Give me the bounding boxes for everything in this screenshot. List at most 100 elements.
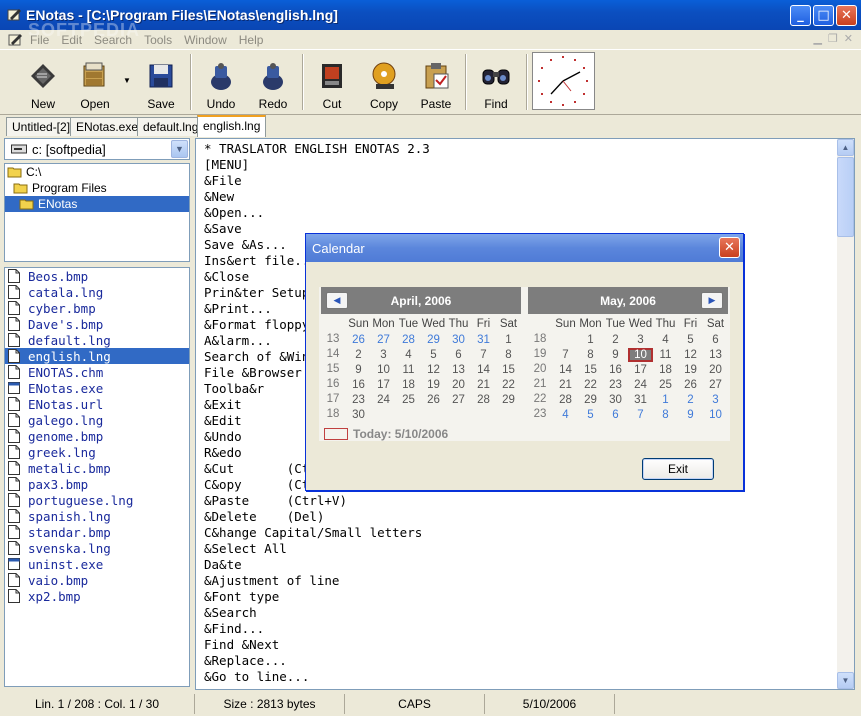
- clock-widget[interactable]: [532, 52, 595, 110]
- calendar-day[interactable]: 3: [371, 348, 396, 362]
- editor-line[interactable]: &Replace...: [204, 653, 430, 669]
- calendar-day[interactable]: 1: [653, 393, 678, 407]
- calendar-day[interactable]: 29: [578, 393, 603, 407]
- editor-line[interactable]: &Find...: [204, 621, 430, 637]
- editor-line[interactable]: &Open...: [204, 205, 430, 221]
- calendar-day[interactable]: 20: [446, 378, 471, 392]
- file-item[interactable]: metalic.bmp: [5, 460, 189, 476]
- tab-enotas-exe[interactable]: ENotas.exe: [70, 117, 145, 136]
- undo-button[interactable]: Undo: [196, 52, 246, 112]
- calendar-day[interactable]: 26: [421, 393, 446, 407]
- file-item[interactable]: xp2.bmp: [5, 588, 189, 604]
- editor-line[interactable]: Find &Next: [204, 637, 430, 653]
- drive-select[interactable]: c: [softpedia] ▼: [4, 138, 190, 160]
- calendar-day[interactable]: 3: [703, 393, 728, 407]
- calendar-day[interactable]: 7: [553, 348, 578, 362]
- calendar-day[interactable]: 30: [603, 393, 628, 407]
- redo-button[interactable]: Redo: [248, 52, 298, 112]
- editor-line[interactable]: &New: [204, 189, 430, 205]
- dir-item[interactable]: ENotas: [5, 196, 189, 212]
- file-item[interactable]: galego.lng: [5, 412, 189, 428]
- calendar-close-button[interactable]: ✕: [719, 237, 740, 258]
- calendar-day[interactable]: 12: [421, 363, 446, 377]
- file-item[interactable]: english.lng: [5, 348, 189, 364]
- calendar-day[interactable]: 23: [603, 378, 628, 392]
- calendar-day[interactable]: 23: [346, 393, 371, 407]
- calendar-day[interactable]: 16: [346, 378, 371, 392]
- calendar-day[interactable]: 7: [471, 348, 496, 362]
- calendar-day[interactable]: 5: [678, 333, 703, 347]
- calendar-day[interactable]: 2: [603, 333, 628, 347]
- calendar-day[interactable]: 6: [446, 348, 471, 362]
- calendar-day[interactable]: 2: [678, 393, 703, 407]
- calendar-day[interactable]: 21: [471, 378, 496, 392]
- calendar-day[interactable]: 27: [703, 378, 728, 392]
- editor-line[interactable]: &Ajustment of line: [204, 573, 430, 589]
- chevron-down-icon[interactable]: ▼: [171, 140, 188, 158]
- mdi-restore-icon[interactable]: ❐: [828, 32, 838, 45]
- editor-line[interactable]: C&hange Capital/Small letters: [204, 525, 430, 541]
- mdi-close-icon[interactable]: ✕: [844, 32, 853, 45]
- menu-window[interactable]: Window: [184, 33, 227, 47]
- calendar-day[interactable]: 21: [553, 378, 578, 392]
- calendar-day[interactable]: 13: [703, 348, 728, 362]
- calendar-day[interactable]: 6: [603, 408, 628, 422]
- next-month-icon[interactable]: ▶: [701, 292, 723, 309]
- calendar-day[interactable]: 9: [603, 348, 628, 362]
- calendar-day[interactable]: 9: [346, 363, 371, 377]
- editor-line[interactable]: &Font type: [204, 589, 430, 605]
- menu-tools[interactable]: Tools: [144, 33, 172, 47]
- calendar-day[interactable]: 13: [446, 363, 471, 377]
- scroll-up-icon[interactable]: ▲: [837, 139, 854, 156]
- calendar-day[interactable]: 5: [578, 408, 603, 422]
- calendar-day[interactable]: 15: [496, 363, 521, 377]
- calendar-day[interactable]: 18: [653, 363, 678, 377]
- editor-line[interactable]: &Go to line...: [204, 669, 430, 685]
- calendar-day[interactable]: 5: [421, 348, 446, 362]
- calendar-day[interactable]: 3: [628, 333, 653, 347]
- calendar-day[interactable]: 20: [703, 363, 728, 377]
- file-item[interactable]: pax3.bmp: [5, 476, 189, 492]
- calendar-day[interactable]: 25: [396, 393, 421, 407]
- calendar-title-bar[interactable]: Calendar ✕: [306, 234, 743, 262]
- calendar-day[interactable]: 8: [578, 348, 603, 362]
- file-item[interactable]: genome.bmp: [5, 428, 189, 444]
- calendar-day[interactable]: 26: [678, 378, 703, 392]
- file-item[interactable]: Dave's.bmp: [5, 316, 189, 332]
- prev-month-icon[interactable]: ◀: [326, 292, 348, 309]
- editor-line[interactable]: &Paste (Ctrl+V): [204, 493, 430, 509]
- calendar-day[interactable]: 19: [421, 378, 446, 392]
- file-item[interactable]: default.lng: [5, 332, 189, 348]
- minimize-button[interactable]: _: [790, 5, 811, 26]
- calendar-day[interactable]: 10: [371, 363, 396, 377]
- tab-default-lng[interactable]: default.lng: [137, 117, 205, 136]
- calendar-day[interactable]: 17: [371, 378, 396, 392]
- calendar-day[interactable]: 28: [471, 393, 496, 407]
- calendar-day[interactable]: 22: [496, 378, 521, 392]
- calendar-day[interactable]: 24: [628, 378, 653, 392]
- calendar-day[interactable]: 19: [678, 363, 703, 377]
- calendar-day[interactable]: 31: [628, 393, 653, 407]
- calendar-day[interactable]: 22: [578, 378, 603, 392]
- today-indicator[interactable]: Today: 5/10/2006: [324, 427, 448, 441]
- scroll-down-icon[interactable]: ▼: [837, 672, 854, 689]
- calendar-day[interactable]: 30: [446, 333, 471, 347]
- file-item[interactable]: svenska.lng: [5, 540, 189, 556]
- file-item[interactable]: ENotas.url: [5, 396, 189, 412]
- editor-line[interactable]: &File: [204, 173, 430, 189]
- calendar-day[interactable]: 8: [653, 408, 678, 422]
- open-button[interactable]: Open: [70, 52, 120, 112]
- calendar-day[interactable]: 10: [703, 408, 728, 422]
- editor-line[interactable]: &Search: [204, 605, 430, 621]
- editor-line[interactable]: &Delete (Del): [204, 509, 430, 525]
- file-item[interactable]: cyber.bmp: [5, 300, 189, 316]
- calendar-day[interactable]: 27: [446, 393, 471, 407]
- calendar-day[interactable]: 28: [553, 393, 578, 407]
- file-item[interactable]: Beos.bmp: [5, 268, 189, 284]
- file-item[interactable]: catala.lng: [5, 284, 189, 300]
- calendar-day[interactable]: 4: [653, 333, 678, 347]
- calendar-day[interactable]: 12: [678, 348, 703, 362]
- calendar-day[interactable]: 30: [346, 408, 371, 422]
- dir-item[interactable]: C:\: [5, 164, 189, 180]
- calendar-day[interactable]: 29: [496, 393, 521, 407]
